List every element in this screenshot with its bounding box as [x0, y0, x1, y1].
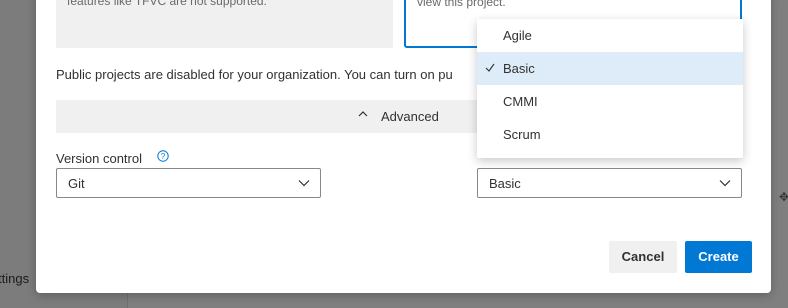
public-projects-note: Public projects are disabled for your or…	[56, 67, 453, 82]
create-project-dialog: features like TFVC are not supported. vi…	[36, 0, 771, 293]
info-icon[interactable]: ?	[157, 150, 169, 162]
advanced-label: Advanced	[381, 109, 439, 124]
version-control-select[interactable]: Git	[56, 168, 321, 198]
chevron-up-icon	[358, 111, 368, 117]
process-select[interactable]: Basic	[477, 168, 742, 198]
process-option-agile[interactable]: Agile	[477, 19, 743, 52]
chevron-down-icon	[298, 180, 310, 187]
option-label: CMMI	[503, 94, 538, 109]
visibility-card-left[interactable]: features like TFVC are not supported.	[56, 0, 393, 48]
process-option-basic[interactable]: Basic	[477, 52, 743, 85]
create-button[interactable]: Create	[685, 241, 752, 273]
checkmark-icon	[485, 63, 495, 72]
process-dropdown-menu: Agile Basic CMMI Scrum	[477, 19, 743, 158]
background-settings-label[interactable]: ttings	[0, 271, 29, 286]
option-label: Basic	[503, 61, 535, 76]
version-control-label: Version control	[56, 151, 142, 166]
process-value: Basic	[489, 176, 521, 191]
process-option-scrum[interactable]: Scrum	[477, 118, 743, 151]
svg-text:?: ?	[161, 152, 166, 161]
move-cursor-icon: ✥	[779, 190, 788, 204]
visibility-card-left-text: features like TFVC are not supported.	[67, 0, 267, 8]
cancel-button[interactable]: Cancel	[609, 241, 677, 273]
chevron-down-icon	[719, 180, 731, 187]
version-control-value: Git	[68, 176, 85, 191]
visibility-card-right-text: view this project.	[417, 0, 506, 9]
option-label: Scrum	[503, 127, 541, 142]
process-option-cmmi[interactable]: CMMI	[477, 85, 743, 118]
option-label: Agile	[503, 28, 532, 43]
